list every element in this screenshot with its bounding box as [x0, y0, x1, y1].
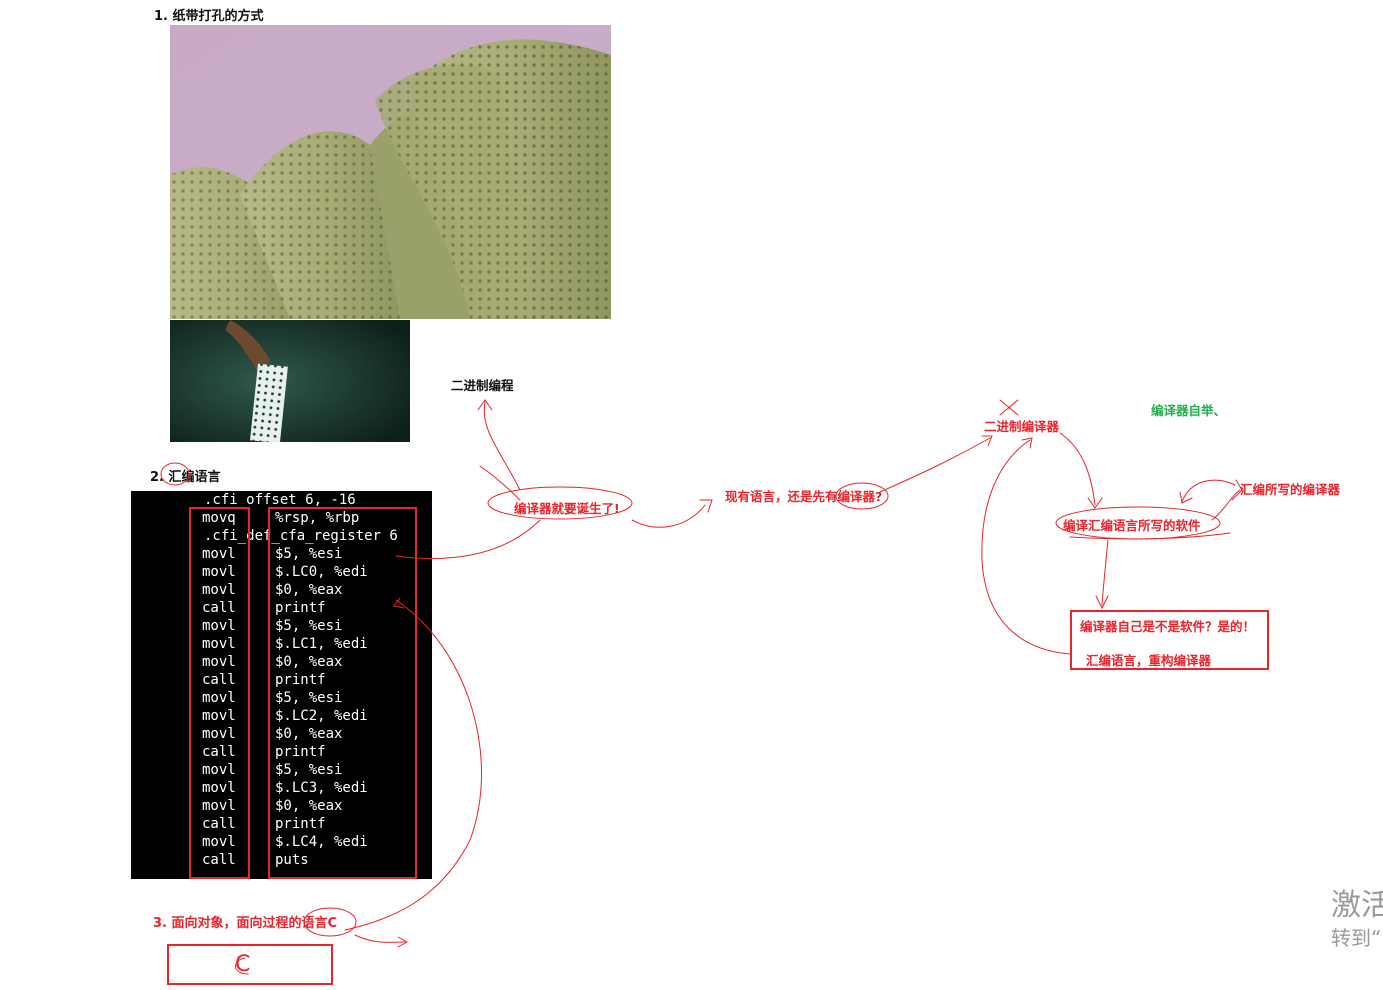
note-compiler-born: 编译器就要诞生了! [514, 501, 620, 516]
punched-tape-photo-small [170, 320, 410, 442]
operand-column-highlight [268, 507, 417, 879]
opcode-column-highlight [189, 507, 250, 879]
note-bootstrap: 编译器自举、 [1151, 403, 1227, 418]
note-rebuild-compiler: 汇编语言，重构编译器 [1086, 653, 1212, 668]
c-glyph: C [235, 952, 251, 977]
section1-heading: 1. 纸带打孔的方式 [154, 9, 264, 24]
activation-watermark-line2: 转到“ [1331, 926, 1382, 950]
compiler-is-software-box: 编译器自己是不是软件？是的！ 汇编语言，重构编译器 [1070, 610, 1269, 670]
note-is-compiler-software: 编译器自己是不是软件？是的！ [1080, 619, 1256, 634]
section2-heading: 2. 汇编语言 [150, 470, 221, 485]
note-binary-programming: 二进制编程 [451, 378, 514, 393]
section3-heading: 3. 面向对象，面向过程的语言C [153, 916, 338, 931]
activation-watermark-line1: 激活 [1331, 888, 1383, 923]
note-binary-compiler: 二进制编译器 [984, 419, 1060, 434]
note-asm-written-compiler: 汇编所写的编译器 [1240, 482, 1341, 497]
c-language-box: C [167, 944, 333, 985]
punched-tape-photo-large [170, 25, 611, 319]
note-chicken-egg: 现有语言，还是先有编译器? [725, 489, 883, 504]
note-compile-asm-software: 编译汇编语言所写的软件 [1063, 518, 1201, 533]
